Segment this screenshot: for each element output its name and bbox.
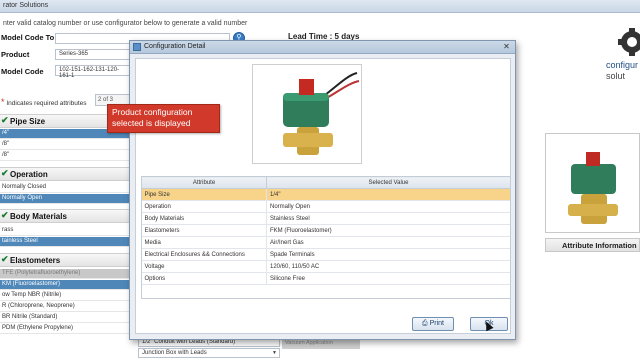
brand-line-1: configur: [606, 60, 639, 70]
elastomer-option[interactable]: PDM (Ethylene Propylene): [0, 324, 130, 334]
table-row[interactable]: Pipe Size 1/4": [141, 188, 511, 201]
section-elastometers[interactable]: ✔ Elastometers: [0, 253, 130, 267]
attribute-cell: Electrical Enclosures && Connections: [141, 248, 267, 261]
printer-icon: ⎙: [422, 320, 428, 327]
body-material-option[interactable]: rass: [0, 226, 130, 236]
required-star-icon: *: [1, 97, 5, 107]
tooltip-callout: Product configuration selected is displa…: [107, 104, 220, 133]
required-note-text: Indicates required attributes: [6, 100, 87, 107]
value-cell: 120/60, 110/50 AC: [266, 260, 511, 273]
instructions-text: nter valid catalog number or use configu…: [3, 20, 248, 27]
elastomer-option[interactable]: KM (Fluoroelastomer): [0, 280, 130, 290]
attribute-cell: Body Materials: [141, 212, 267, 225]
model-code-label: Model Code: [1, 67, 44, 76]
model-code-field[interactable]: 102-151-162-131-120-161-1: [55, 65, 130, 79]
product-label: Product: [1, 50, 30, 59]
check-icon: ✔: [1, 254, 9, 264]
attribute-cell: Media: [141, 236, 267, 249]
table-row[interactable]: Elastometers FKM (Fluoroelastomer): [141, 224, 511, 237]
elastomer-option[interactable]: BR Nitrile (Standard): [0, 313, 130, 323]
configuration-detail-dialog: Configuration Detail ✕ Attribute Selecte…: [129, 40, 516, 340]
table-row[interactable]: Media Air/Inert Gas: [141, 236, 511, 249]
section-operation-title: Operation: [10, 170, 48, 179]
section-body-materials-title: Body Materials: [10, 212, 67, 221]
section-pipe-size-title: Pipe Size: [10, 117, 46, 126]
app-titlebar: rator Solutions: [0, 0, 640, 13]
print-button-label: Print: [429, 320, 444, 327]
connection-select[interactable]: Junction Box with Leads ▼: [138, 348, 280, 358]
table-row[interactable]: Electrical Enclosures && Connections Spad…: [141, 248, 511, 261]
value-cell: FKM (Fluoroelastomer): [266, 224, 511, 237]
operation-option[interactable]: Normally Open: [0, 194, 130, 204]
vacuum-application-option[interactable]: Vacuum Application: [282, 339, 360, 349]
table-row[interactable]: Voltage 120/60, 110/50 AC: [141, 260, 511, 273]
close-icon[interactable]: ✕: [501, 42, 512, 52]
solenoid-valve-icon: [283, 72, 360, 155]
table-row[interactable]: Operation Normally Open: [141, 200, 511, 213]
brand-line-2: solut: [606, 71, 626, 81]
value-cell: Silicone Free: [266, 272, 511, 285]
configuration-table: Attribute Selected Value Pipe Size 1/4" O…: [141, 176, 511, 285]
solenoid-valve-icon: [568, 152, 618, 224]
value-cell: 1/4": [266, 188, 511, 201]
check-icon: ✔: [1, 210, 9, 220]
section-elastometers-title: Elastometers: [10, 256, 61, 265]
check-icon: ✔: [1, 115, 9, 125]
elastomer-option[interactable]: ow Temp NBR (Nitrile): [0, 291, 130, 301]
section-operation[interactable]: ✔ Operation: [0, 167, 130, 181]
attribute-info-header: Attribute Information: [545, 238, 640, 252]
value-cell: Spade Terminals: [266, 248, 511, 261]
product-image: [252, 64, 362, 164]
chevron-down-icon[interactable]: ▼: [271, 350, 278, 357]
product-field[interactable]: Series-365: [55, 49, 130, 60]
pipe-size-option[interactable]: /8": [0, 140, 130, 150]
app-title: rator Solutions: [3, 2, 49, 9]
dialog-title: Configuration Detail: [144, 43, 206, 50]
product-preview-image: [545, 133, 640, 233]
value-cell: Normally Open: [266, 200, 511, 213]
attribute-cell: Options: [141, 272, 267, 285]
attribute-cell: Pipe Size: [141, 188, 267, 201]
body-material-option[interactable]: tainless Steel: [0, 237, 130, 247]
print-button[interactable]: ⎙ Print: [412, 317, 454, 331]
section-body-materials[interactable]: ✔ Body Materials: [0, 209, 130, 223]
attribute-cell: Operation: [141, 200, 267, 213]
required-note: * Indicates required attributes: [1, 97, 87, 107]
column-header-selected-value: Selected Value: [266, 176, 511, 189]
elastomer-option[interactable]: R (Chloroprene, Neoprene): [0, 302, 130, 312]
window-icon: [133, 43, 141, 51]
pipe-size-option[interactable]: /8": [0, 151, 130, 161]
check-icon: ✔: [1, 168, 9, 178]
attribute-cell: Elastometers: [141, 224, 267, 237]
table-row[interactable]: Body Materials Stainless Steel: [141, 212, 511, 225]
attribute-cell: Voltage: [141, 260, 267, 273]
brand-logo-text: configur solut: [606, 60, 638, 82]
dialog-titlebar: Configuration Detail ✕: [130, 41, 515, 54]
operation-option[interactable]: Normally Closed: [0, 183, 130, 193]
column-header-attribute: Attribute: [141, 176, 267, 189]
elastomer-option[interactable]: TFE (Polytetrafluoroethylene): [0, 269, 130, 279]
connection-select-value: Junction Box with Leads: [142, 350, 207, 356]
value-cell: Air/Inert Gas: [266, 236, 511, 249]
dialog-body: Attribute Selected Value Pipe Size 1/4" O…: [135, 58, 511, 334]
table-row[interactable]: Options Silicone Free: [141, 272, 511, 285]
value-cell: Stainless Steel: [266, 212, 511, 225]
